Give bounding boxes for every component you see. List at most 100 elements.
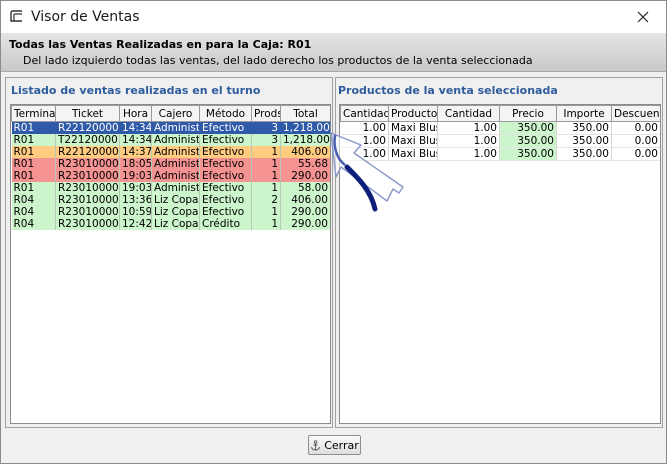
venta-cell: Efectivo — [199, 170, 252, 182]
producto-cell: 1.00 — [437, 134, 500, 148]
venta-cell: R221200001 — [55, 121, 120, 134]
column-header[interactable]: Hora — [119, 105, 152, 122]
venta-cell: R230100001 — [55, 158, 120, 170]
producto-cell: 350.00 — [499, 121, 557, 135]
producto-cell: 0.00 — [611, 134, 660, 148]
column-header[interactable]: Producto — [388, 105, 438, 122]
header-banner: Todas las Ventas Realizadas en para la C… — [1, 33, 666, 72]
venta-cell: 14:34 — [119, 134, 152, 146]
column-header[interactable]: Precio — [499, 105, 557, 122]
venta-cell: R01 — [11, 170, 56, 182]
venta-cell: 290.00 — [280, 206, 330, 218]
venta-cell: 290.00 — [280, 218, 330, 230]
venta-cell: Efectivo — [199, 194, 252, 206]
venta-cell: 1 — [251, 158, 281, 170]
venta-cell: 58.00 — [280, 182, 330, 194]
venta-cell: 3 — [251, 121, 281, 134]
venta-cell: 18:05 — [119, 158, 152, 170]
venta-row[interactable]: R01R22120000214:37Administ...Efectivo140… — [11, 146, 330, 158]
producto-cell: 350.00 — [556, 134, 612, 148]
venta-row[interactable]: R01R23010000219:03Administ...Efectivo129… — [11, 170, 330, 182]
venta-cell: Administ... — [151, 158, 200, 170]
venta-cell: 12:42 — [119, 218, 152, 230]
venta-cell: Efectivo — [199, 182, 252, 194]
venta-cell: Crédito — [199, 218, 252, 230]
venta-cell: R01 — [11, 146, 56, 158]
producto-cell: 0.00 — [611, 147, 660, 161]
producto-cell: 1.00 — [437, 121, 500, 135]
ventas-header-row: Terminal Ticket Hora Cajero Método Prods… — [11, 105, 330, 122]
venta-cell: 1 — [251, 218, 281, 230]
venta-cell: 19:03 — [119, 170, 152, 182]
venta-row[interactable]: R01T22120000114:34Administ...Efectivo31,… — [11, 134, 330, 146]
venta-row[interactable]: R01R23010000319:03Administ...Efectivo158… — [11, 182, 330, 194]
column-header[interactable]: Ticket — [55, 105, 120, 122]
producto-cell: 350.00 — [499, 134, 557, 148]
venta-row[interactable]: R01R22120000114:34Administ...Efectivo31,… — [11, 121, 330, 134]
venta-cell: 55.68 — [280, 158, 330, 170]
venta-cell: R01 — [11, 158, 56, 170]
venta-cell: R01 — [11, 182, 56, 194]
productos-header-row: Cantidad Producto Cantidad Precio Import… — [340, 105, 660, 122]
venta-cell: 1 — [251, 182, 281, 194]
window-title: Visor de Ventas — [31, 9, 140, 25]
venta-cell: Administ... — [151, 170, 200, 182]
venta-cell: R04 — [11, 218, 56, 230]
cerrar-button[interactable]: Cerrar — [308, 435, 361, 455]
column-header[interactable]: Método — [199, 105, 252, 122]
header-subtitle: Del lado izquierdo todas las ventas, del… — [23, 54, 533, 67]
column-header[interactable]: Descuento — [611, 105, 660, 122]
producto-cell: 1.00 — [437, 147, 500, 161]
column-header[interactable]: Cantidad — [340, 105, 389, 122]
venta-row[interactable]: R04R23010000413:36Liz Copa...Efectivo240… — [11, 194, 330, 206]
venta-cell: Efectivo — [199, 146, 252, 158]
venta-cell: 1,218.00 — [280, 134, 330, 146]
venta-cell: 406.00 — [280, 194, 330, 206]
ventas-panel-title: Listado de ventas realizadas en el turno — [11, 84, 261, 97]
cerrar-label: Cerrar — [324, 438, 359, 452]
column-header[interactable]: Terminal — [11, 105, 56, 122]
venta-cell: 1 — [251, 146, 281, 158]
venta-cell: Administ... — [151, 121, 200, 134]
column-header[interactable]: Importe — [556, 105, 612, 122]
anchor-icon — [311, 439, 321, 450]
producto-cell: 350.00 — [499, 147, 557, 161]
venta-cell: 13:36 — [119, 194, 152, 206]
venta-cell: 19:03 — [119, 182, 152, 194]
venta-cell: Liz Copa... — [151, 206, 200, 218]
venta-cell: 2 — [251, 194, 281, 206]
venta-cell: 1 — [251, 170, 281, 182]
venta-cell: T221200001 — [55, 134, 120, 146]
column-header[interactable]: Prods — [251, 105, 281, 122]
venta-cell: R01 — [11, 134, 56, 146]
venta-cell: Administ... — [151, 134, 200, 146]
close-icon — [637, 11, 649, 23]
producto-cell: 350.00 — [556, 121, 612, 135]
title-bar: Visor de Ventas — [1, 1, 666, 33]
venta-cell: Liz Copa... — [151, 194, 200, 206]
venta-cell: R221200002 — [55, 146, 120, 158]
column-header[interactable]: Total — [280, 105, 330, 122]
column-header[interactable]: Cantidad — [437, 105, 500, 122]
ventas-table-container[interactable]: Terminal Ticket Hora Cajero Método Prods… — [10, 104, 331, 424]
venta-row[interactable]: R01R23010000118:05Administ...Efectivo155… — [11, 158, 330, 170]
venta-cell: 1,218.00 — [280, 121, 330, 134]
venta-cell: 10:59 — [119, 206, 152, 218]
venta-cell: 1 — [251, 206, 281, 218]
venta-cell: 290.00 — [280, 170, 330, 182]
venta-cell: R230100006 — [55, 218, 120, 230]
venta-row[interactable]: R04R23010000510:59Liz Copa...Efectivo129… — [11, 206, 330, 218]
venta-cell: 14:34 — [119, 121, 152, 134]
window-icon — [10, 10, 22, 22]
venta-cell: R04 — [11, 206, 56, 218]
venta-cell: Administ... — [151, 182, 200, 194]
venta-cell: Efectivo — [199, 121, 252, 134]
arrow-pointer-annotation — [330, 132, 404, 212]
close-window-button[interactable] — [620, 1, 666, 33]
venta-row[interactable]: R04R23010000612:42Liz Copa...Crédito1290… — [11, 218, 330, 230]
venta-cell: Administ... — [151, 146, 200, 158]
producto-cell: 0.00 — [611, 121, 660, 135]
column-header[interactable]: Cajero — [151, 105, 200, 122]
venta-cell: Liz Copa... — [151, 218, 200, 230]
venta-cell: R230100002 — [55, 170, 120, 182]
